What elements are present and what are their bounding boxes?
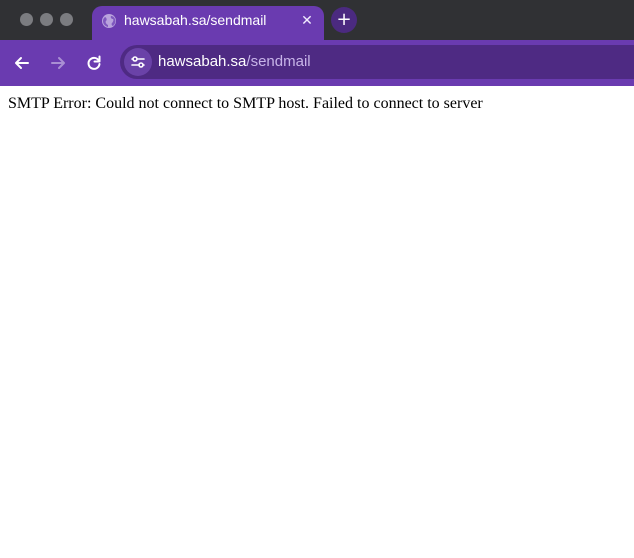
forward-button[interactable] (48, 53, 68, 73)
back-button[interactable] (12, 53, 32, 73)
site-info-button[interactable] (124, 48, 152, 76)
reload-button[interactable] (84, 53, 104, 73)
reload-icon (87, 55, 101, 70)
close-window-button[interactable] (20, 13, 33, 26)
toolbar: hawsabah.sa/sendmail (0, 40, 634, 86)
arrow-left-icon (15, 57, 29, 69)
plus-icon: + (336, 9, 352, 30)
maximize-window-button[interactable] (60, 13, 73, 26)
error-message: SMTP Error: Could not connect to SMTP ho… (8, 95, 483, 112)
url-text[interactable]: hawsabah.sa/sendmail (158, 54, 311, 70)
address-bar[interactable]: hawsabah.sa/sendmail (120, 45, 634, 79)
tab-active[interactable]: hawsabah.sa/sendmail ✕ (92, 6, 324, 40)
tab-title: hawsabah.sa/sendmail (124, 12, 267, 28)
url-host: hawsabah.sa (158, 53, 247, 70)
tab-strip: hawsabah.sa/sendmail ✕ + (0, 0, 634, 40)
page-content: SMTP Error: Could not connect to SMTP ho… (0, 86, 634, 558)
globe-icon (101, 13, 117, 29)
new-tab-button[interactable]: + (331, 7, 357, 33)
tune-icon (131, 56, 145, 68)
minimize-window-button[interactable] (40, 13, 53, 26)
close-icon[interactable]: ✕ (298, 12, 316, 30)
arrow-right-icon (51, 57, 65, 69)
url-path: /sendmail (246, 53, 311, 70)
